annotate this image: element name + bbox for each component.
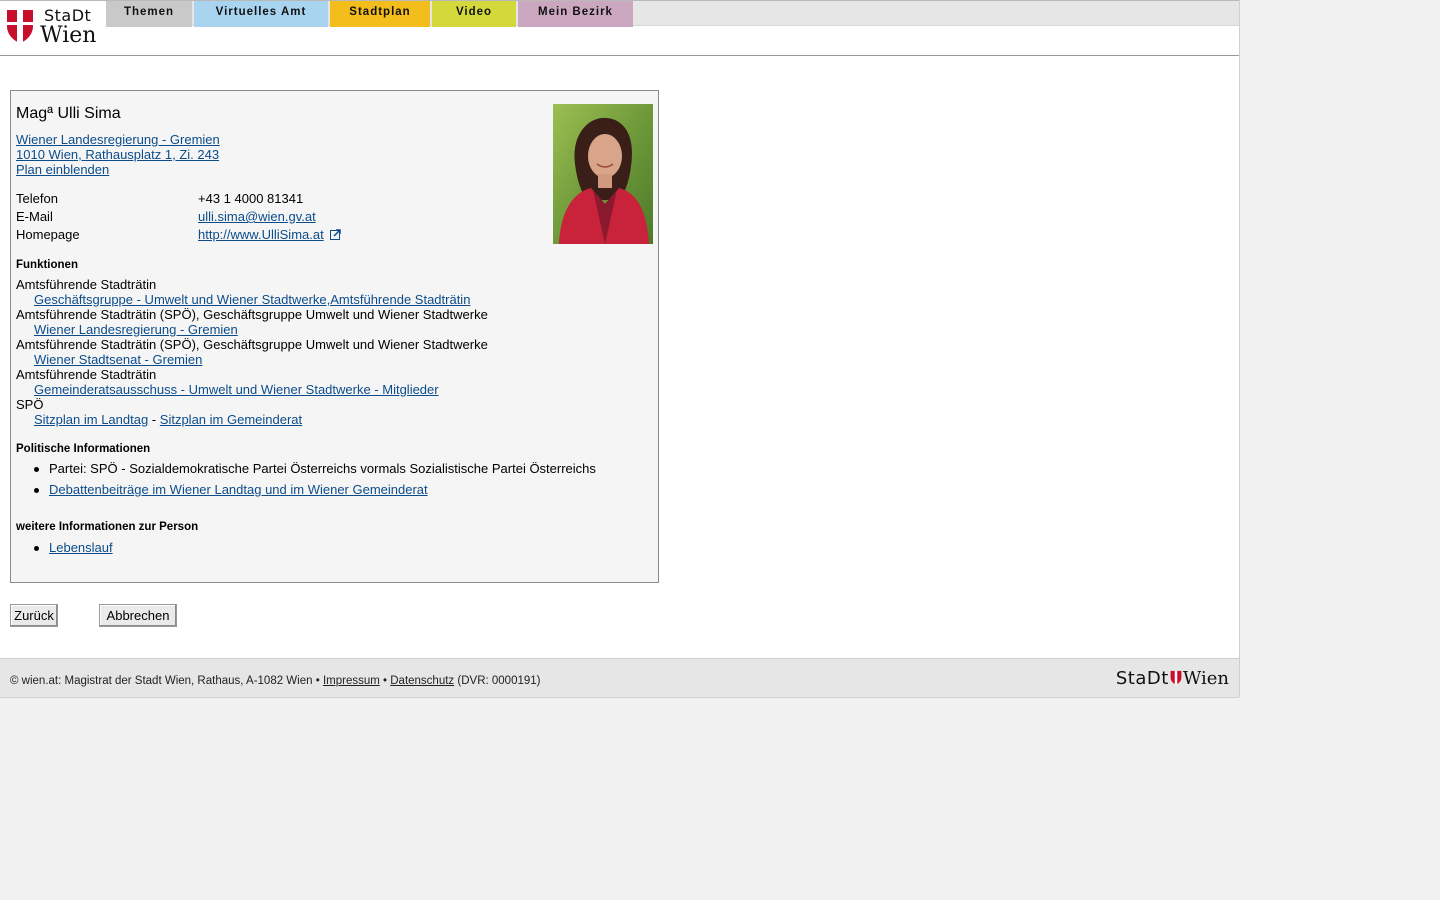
footer-logo-wien: Wien <box>1182 668 1229 689</box>
contact-label: Homepage <box>16 227 80 242</box>
tab-mein-bezirk[interactable]: Mein Bezirk <box>518 1 633 27</box>
cv-link[interactable]: Lebenslauf <box>49 540 113 555</box>
contact-label: Telefon <box>16 191 58 206</box>
tab-virtuelles-amt[interactable]: Virtuelles Amt <box>194 1 328 27</box>
footer-logo[interactable]: StaDt Wien <box>1116 668 1229 689</box>
wien-shield-icon <box>7 10 33 43</box>
homepage-wrap: http://www.UlliSima.at <box>198 226 342 244</box>
tab-stadtplan[interactable]: Stadtplan <box>330 1 430 27</box>
footer-copyright: © wien.at: Magistrat der Stadt Wien, Rat… <box>10 675 320 687</box>
function-role: Amtsführende Stadträtin <box>16 367 157 382</box>
contact-row-email: E-Mail ulli.sima@wien.gv.at <box>16 208 341 226</box>
functions-list: Amtsführende Stadträtin Geschäftsgruppe … <box>16 277 488 427</box>
footer-dvr: (DVR: 0000191) <box>457 675 541 687</box>
tab-video[interactable]: Video <box>432 1 516 27</box>
address-block: Wiener Landesregierung - Gremien 1010 Wi… <box>16 132 220 177</box>
person-card: Magª Ulli Sima Wiener Landesregierung - … <box>10 90 659 583</box>
contact-row-phone: Telefon +43 1 4000 81341 <box>16 190 341 208</box>
contact-label: E-Mail <box>16 209 53 224</box>
homepage-link[interactable]: http://www.UlliSima.at <box>198 227 324 242</box>
function-role: Amtsführende Stadträtin (SPÖ), Geschäfts… <box>16 337 488 352</box>
party-label: SPÖ <box>16 397 44 412</box>
seat-plan-landtag-link[interactable]: Sitzplan im Landtag <box>34 412 148 427</box>
stadt-wien-logo[interactable]: StaDt Wien <box>6 5 102 48</box>
cancel-button[interactable]: Abbrechen <box>99 604 177 627</box>
footer-shield-icon <box>1170 670 1182 685</box>
address-link[interactable]: 1010 Wien, Rathausplatz 1, Zi. 243 <box>16 147 219 162</box>
page: StaDt Wien Themen Virtuelles Amt Stadtpl… <box>0 0 1240 698</box>
contact-row-homepage: Homepage http://www.UlliSima.at <box>16 226 342 244</box>
function-link-gemeinderatsausschuss[interactable]: Gemeinderatsausschuss - Umwelt und Wiene… <box>34 382 439 397</box>
political-list: Partei: SPÖ - Sozialdemokratische Partei… <box>16 461 596 497</box>
functions-heading: Funktionen <box>16 259 78 271</box>
debate-link[interactable]: Debattenbeiträge im Wiener Landtag und i… <box>49 482 428 497</box>
back-button[interactable]: Zurück <box>10 604 58 627</box>
person-photo <box>553 104 653 244</box>
org-link[interactable]: Wiener Landesregierung - Gremien <box>16 132 220 147</box>
footer-text: © wien.at: Magistrat der Stadt Wien, Rat… <box>10 675 541 687</box>
debate-item: Debattenbeiträge im Wiener Landtag und i… <box>16 482 596 497</box>
logo-text-wien: Wien <box>40 23 97 48</box>
cv-item: Lebenslauf <box>16 540 113 555</box>
footer-logo-stadt: StaDt <box>1115 668 1169 689</box>
function-link-landesregierung[interactable]: Wiener Landesregierung - Gremien <box>34 322 238 337</box>
more-info-heading: weitere Informationen zur Person <box>16 521 199 533</box>
header: StaDt Wien Themen Virtuelles Amt Stadtpl… <box>0 0 1239 56</box>
party-info: Partei: SPÖ - Sozialdemokratische Partei… <box>16 461 596 476</box>
footer: © wien.at: Magistrat der Stadt Wien, Rat… <box>0 658 1239 698</box>
external-link-icon <box>330 229 342 240</box>
political-heading: Politische Informationen <box>16 443 151 455</box>
function-role: Amtsführende Stadträtin <box>16 277 157 292</box>
function-link-geschaeftsgruppe[interactable]: Geschäftsgruppe - Umwelt und Wiener Stad… <box>34 292 470 307</box>
person-name: Magª Ulli Sima <box>16 105 121 122</box>
email-link[interactable]: ulli.sima@wien.gv.at <box>198 208 316 226</box>
function-role: Amtsführende Stadträtin (SPÖ), Geschäfts… <box>16 307 488 322</box>
impressum-link[interactable]: Impressum <box>323 675 380 687</box>
phone-value: +43 1 4000 81341 <box>198 191 304 206</box>
seat-plan-gemeinderat-link[interactable]: Sitzplan im Gemeinderat <box>160 412 302 427</box>
datenschutz-link[interactable]: Datenschutz <box>390 675 454 687</box>
contact-table: Telefon +43 1 4000 81341 E-Mail ulli.sim… <box>16 190 342 244</box>
more-info-list: Lebenslauf <box>16 540 113 555</box>
function-link-stadtsenat[interactable]: Wiener Stadtsenat - Gremien <box>34 352 202 367</box>
seat-plan-separator: - <box>151 412 157 427</box>
seat-plan-links: Sitzplan im Landtag - Sitzplan im Gemein… <box>16 412 488 427</box>
plan-link[interactable]: Plan einblenden <box>16 162 109 177</box>
tab-themen[interactable]: Themen <box>106 1 192 27</box>
footer-bullet: • <box>383 675 388 687</box>
